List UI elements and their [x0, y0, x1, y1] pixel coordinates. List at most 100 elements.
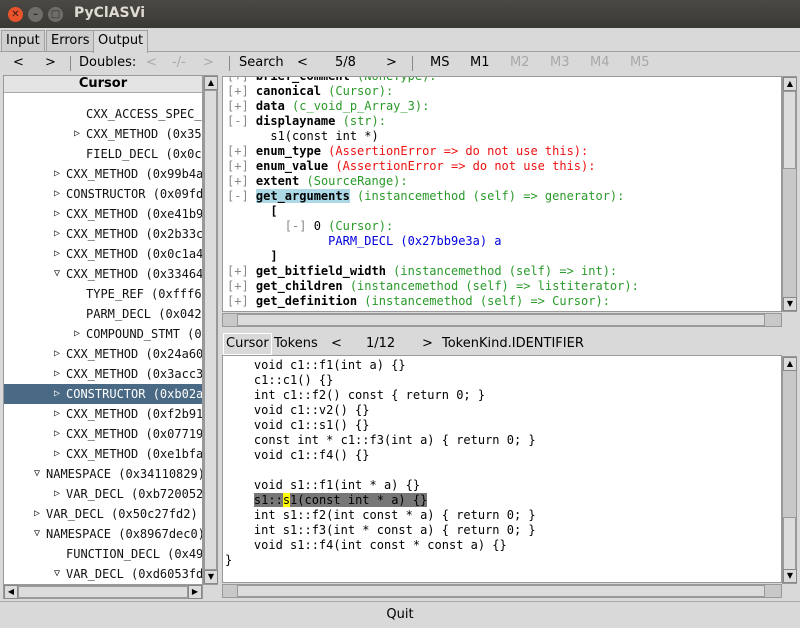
collapsed-arrow-icon[interactable]: ▷ — [54, 444, 60, 464]
expand-toggle[interactable]: [+] — [227, 99, 256, 113]
tab-tokens[interactable]: Tokens — [274, 335, 318, 353]
tree-row[interactable]: FUNCTION_DECL (0x49a — [4, 544, 202, 564]
tree-row[interactable]: PARM_DECL (0x0429 — [4, 304, 202, 324]
collapsed-arrow-icon[interactable]: ▷ — [54, 344, 60, 364]
expand-toggle[interactable]: [+] — [227, 294, 256, 308]
expand-toggle[interactable]: [+] — [227, 279, 256, 293]
tree-row[interactable]: ▷ VAR_DECL (0x50c27fd2) v — [4, 504, 202, 524]
collapsed-arrow-icon[interactable]: ▷ — [54, 364, 60, 384]
mark-m5-button[interactable]: M5 — [630, 54, 650, 72]
source-horizontal-scrollbar[interactable] — [222, 584, 782, 598]
collapsed-arrow-icon[interactable]: ▷ — [54, 424, 60, 444]
tree-row[interactable]: ▽ CXX_METHOD (0x334646 — [4, 264, 202, 284]
scroll-thumb[interactable] — [237, 314, 765, 326]
attributes-horizontal-scrollbar[interactable] — [222, 313, 782, 327]
tree-row[interactable]: ▷ CONSTRUCTOR (0x09fd1 — [4, 184, 202, 204]
scroll-thumb[interactable] — [204, 90, 217, 570]
tree-row[interactable]: FIELD_DECL (0x0c3 — [4, 144, 202, 164]
tree-row[interactable]: ▷ CXX_METHOD (0x35a — [4, 124, 202, 144]
mark-m2-button[interactable]: M2 — [510, 54, 530, 72]
tree-row[interactable]: ▷ COMPOUND_STMT (0x — [4, 324, 202, 344]
minimize-icon[interactable]: – — [28, 7, 43, 22]
scroll-thumb[interactable] — [783, 517, 796, 573]
scroll-left-icon[interactable]: ◀ — [4, 585, 18, 599]
mark-ms-button[interactable]: MS — [430, 54, 449, 72]
expand-toggle[interactable]: [+] — [227, 159, 256, 173]
expanded-arrow-icon[interactable]: ▽ — [54, 264, 60, 284]
mark-m3-button[interactable]: M3 — [550, 54, 570, 72]
expand-toggle[interactable]: [-] — [227, 219, 314, 233]
collapsed-arrow-icon[interactable]: ▷ — [54, 484, 60, 504]
tree-row[interactable]: ▷ CXX_METHOD (0x24a60e — [4, 344, 202, 364]
tree-row[interactable]: ▷ CXX_METHOD (0xf2b917 — [4, 404, 202, 424]
tree-row[interactable]: ▷ CXX_METHOD (0x3acc32 — [4, 364, 202, 384]
expand-toggle[interactable]: [+] — [227, 77, 256, 83]
token-prev-button[interactable]: < — [331, 335, 342, 353]
source-vertical-scrollbar[interactable]: ▲ ▼ — [782, 356, 797, 584]
maximize-icon[interactable]: □ — [48, 7, 63, 22]
mark-m4-button[interactable]: M4 — [590, 54, 610, 72]
scroll-up-icon[interactable]: ▲ — [204, 76, 218, 90]
expanded-arrow-icon[interactable]: ▽ — [34, 524, 40, 544]
scroll-right-icon[interactable]: ▶ — [188, 585, 202, 599]
collapsed-arrow-icon[interactable]: ▷ — [54, 244, 60, 264]
scroll-thumb[interactable] — [18, 586, 188, 598]
scroll-up-icon[interactable]: ▲ — [783, 357, 797, 371]
tree-header[interactable]: Cursor — [4, 76, 202, 93]
scroll-thumb[interactable] — [783, 91, 796, 169]
tree-row[interactable]: ▷ CXX_METHOD (0xe41b9c — [4, 204, 202, 224]
source-view[interactable]: void c1::f1(int a) {} c1::c1() {} int c1… — [222, 355, 782, 583]
tab-cursor[interactable]: Cursor — [223, 333, 272, 355]
doubles-next-button[interactable]: > — [203, 54, 214, 72]
expand-toggle[interactable]: [+] — [227, 264, 256, 278]
expand-toggle[interactable]: [-] — [227, 189, 256, 203]
collapsed-arrow-icon[interactable]: ▷ — [74, 124, 80, 144]
tab-input[interactable]: Input — [1, 30, 45, 52]
tree-row[interactable]: ▷ CXX_METHOD (0x2b33c7 — [4, 224, 202, 244]
quit-button[interactable]: Quit — [0, 601, 800, 628]
attributes-view[interactable]: [+] brief_comment (NoneType): [+] canonic… — [222, 76, 782, 312]
tree-row[interactable]: TYPE_REF (0xfff63 — [4, 284, 202, 304]
tree-row[interactable]: ▷ CXX_METHOD (0xe1bfa8 — [4, 444, 202, 464]
collapsed-arrow-icon[interactable]: ▷ — [74, 324, 80, 344]
scroll-down-icon[interactable]: ▼ — [204, 570, 218, 584]
collapsed-arrow-icon[interactable]: ▷ — [54, 404, 60, 424]
scroll-down-icon[interactable]: ▼ — [783, 297, 797, 311]
collapsed-arrow-icon[interactable]: ▷ — [54, 164, 60, 184]
tab-errors[interactable]: Errors — [46, 30, 95, 52]
expand-toggle[interactable]: [-] — [227, 114, 256, 128]
tree-horizontal-scrollbar[interactable]: ◀ ▶ — [3, 585, 203, 599]
expand-toggle[interactable]: [+] — [227, 174, 256, 188]
tree-row[interactable]: ▷ CONSTRUCTOR (0xb02a6 — [4, 384, 202, 404]
doubles-prev-button[interactable]: < — [146, 54, 157, 72]
tree-row[interactable]: ▷ CXX_METHOD (0x07719d — [4, 424, 202, 444]
collapsed-arrow-icon[interactable]: ▷ — [54, 224, 60, 244]
tree-row[interactable]: ▽ NAMESPACE (0x34110829) — [4, 464, 202, 484]
forward-button[interactable]: > — [45, 54, 56, 72]
tree-row[interactable]: ▷ CXX_METHOD (0x0c1a4d — [4, 244, 202, 264]
search-next-button[interactable]: > — [386, 54, 397, 72]
cursor-tree[interactable]: Cursor CXX_ACCESS_SPEC_D ▷ CXX_METHOD (0x3… — [3, 75, 203, 585]
token-next-button[interactable]: > — [422, 335, 433, 353]
collapsed-arrow-icon[interactable]: ▷ — [34, 504, 40, 524]
expand-toggle[interactable]: [+] — [227, 84, 256, 98]
attributes-vertical-scrollbar[interactable]: ▲ ▼ — [782, 76, 797, 312]
mark-m1-button[interactable]: M1 — [470, 54, 490, 72]
scroll-down-icon[interactable]: ▼ — [783, 569, 797, 583]
close-icon[interactable]: ✕ — [8, 7, 23, 22]
search-prev-button[interactable]: < — [297, 54, 308, 72]
collapsed-arrow-icon[interactable]: ▷ — [54, 184, 60, 204]
scroll-up-icon[interactable]: ▲ — [783, 77, 797, 91]
tree-row[interactable]: ▷ VAR_DECL (0xb7200525 — [4, 484, 202, 504]
back-button[interactable]: < — [13, 54, 24, 72]
tab-output[interactable]: Output — [93, 30, 149, 53]
expanded-arrow-icon[interactable]: ▽ — [34, 464, 40, 484]
collapsed-arrow-icon[interactable]: ▷ — [54, 204, 60, 224]
scroll-thumb[interactable] — [237, 585, 765, 597]
tree-row[interactable]: ▽ VAR_DECL (0xd6053fd9 — [4, 564, 202, 584]
tree-row[interactable]: CXX_ACCESS_SPEC_D — [4, 104, 202, 124]
tree-row[interactable]: ▽ NAMESPACE (0x8967dec0) — [4, 524, 202, 544]
collapsed-arrow-icon[interactable]: ▷ — [54, 384, 60, 404]
tree-vertical-scrollbar[interactable]: ▲ ▼ — [203, 75, 218, 585]
tree-row[interactable]: ▷ CXX_METHOD (0x99b4ab — [4, 164, 202, 184]
